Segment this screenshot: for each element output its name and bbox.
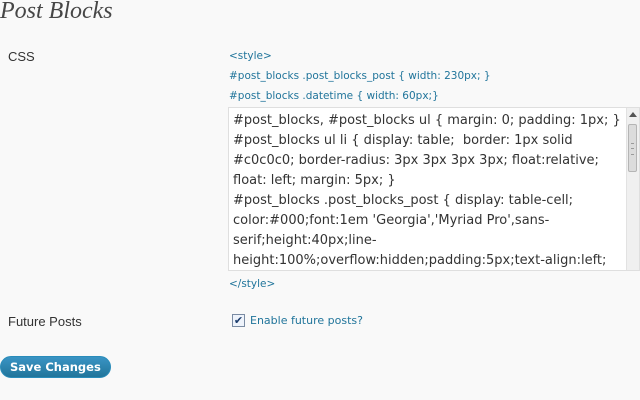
css-textarea-container: #post_blocks, #post_blocks ul { margin: … [228,107,640,271]
style-open-tag: <style> [229,50,272,62]
grip-icon [631,143,634,155]
scrollbar-thumb[interactable] [628,124,637,172]
save-changes-button[interactable]: Save Changes [0,356,111,378]
style-close-tag: </style> [229,278,276,290]
css-default-line: #post_blocks .post_blocks_post { width: … [229,70,491,82]
css-label: CSS [8,49,35,64]
textarea-scrollbar[interactable] [626,108,639,270]
css-textarea[interactable]: #post_blocks, #post_blocks ul { margin: … [229,108,625,270]
future-posts-label: Future Posts [8,314,82,329]
checkmark-icon: ✔ [233,314,244,327]
css-default-line: #post_blocks .datetime { width: 60px;} [229,90,439,102]
page-title: Post Blocks [0,0,113,24]
enable-future-posts-checkbox[interactable]: ✔ [232,314,245,327]
enable-future-posts-label[interactable]: Enable future posts? [250,314,363,327]
scroll-up-arrow-icon[interactable] [629,112,637,117]
